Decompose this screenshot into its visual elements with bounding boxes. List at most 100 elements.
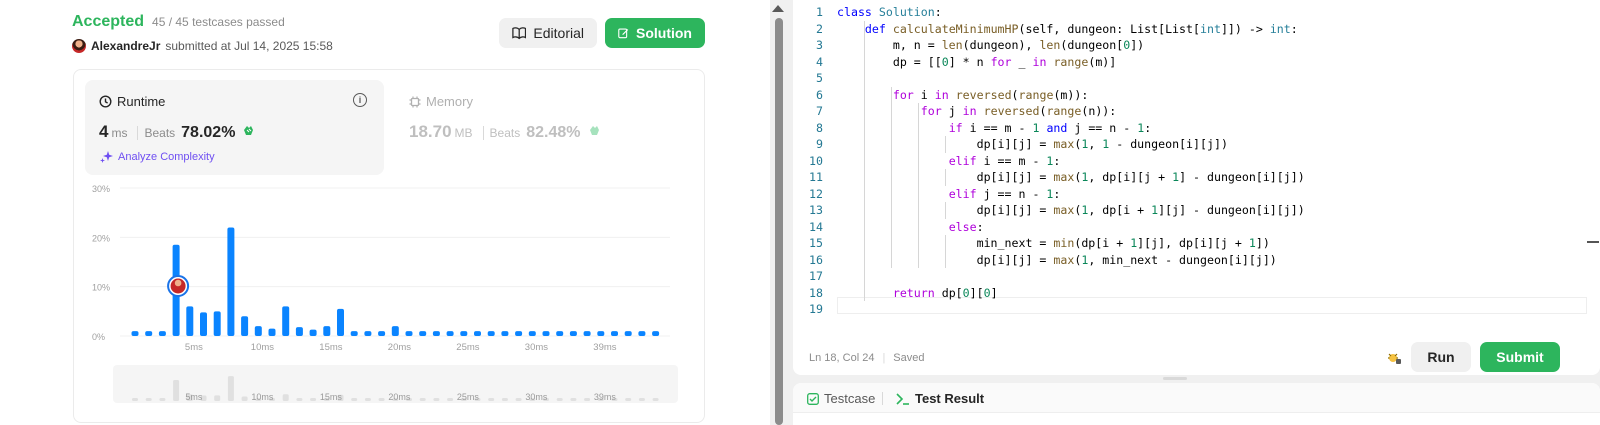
status-title: Accepted [72,13,145,30]
code-token: 1 [1248,236,1256,250]
code-token: j == n - [976,186,1047,201]
code-line[interactable]: else: [837,219,984,236]
code-editor[interactable]: 1 class Solution: 2 def calculateMinimumHP… [793,0,1600,375]
runtime-distribution-chart[interactable]: 30% 20% 10% 0% 5ms 10ms 15ms 20ms 25ms 30ms 39ms 5m… [80,183,690,413]
sparkle-icon [100,151,113,163]
editor-status: Ln 18, Col 24 | Saved [809,352,925,364]
debug-icon[interactable] [1387,350,1401,367]
code-token: elif [948,186,977,201]
code-token: : [1053,186,1061,201]
chart-bar [583,331,591,336]
code-token: ]) [1255,236,1270,250]
code-line[interactable]: for j in reversed(range(n)): [837,103,1117,120]
scroll-up-icon[interactable] [772,5,784,12]
horizontal-resize-handle[interactable] [1163,377,1187,380]
memory-label: Memory [426,94,473,109]
line-number: 16 [809,252,823,267]
tab-test-result[interactable]: Test Result [896,391,984,406]
author-name[interactable]: AlexandreJr [91,39,160,53]
code-line[interactable]: dp[i][j] = max(1, min_next - dungeon[i][… [837,252,1277,269]
code-line[interactable]: elif i == m - 1: [837,153,1061,170]
indent-guide [864,20,865,301]
overview-bar [433,398,440,401]
overview-bar [296,398,303,401]
memory-beats-label: Beats [482,126,520,140]
console-tabs: Testcase Test Result [793,383,1600,413]
code-line[interactable]: class Solution: [837,4,942,21]
line-number: 7 [816,104,823,118]
chart-bar [337,308,344,336]
code-token: - dungeon[i][j]) [1109,137,1228,151]
y-tick-label: 0% [92,332,105,342]
code-line[interactable]: dp[i][j] = max(1, dp[i + 1][j] - dungeon… [837,202,1305,219]
clap-icon [244,126,254,135]
overview-bar [419,398,426,401]
chart-bar [268,328,276,336]
tab-testcase[interactable]: Testcase [807,391,875,406]
code-token: in [1032,54,1047,69]
line-number: 1 [816,5,823,19]
runtime-beats-label: Beats [137,126,175,140]
overview-bar [227,376,234,401]
code-line[interactable]: return dp[0][0] [837,285,998,302]
code-token: int [1199,21,1221,36]
code-line[interactable]: if i == m - 1 and j == n - 1: [837,120,1151,137]
x-tick-label: 39ms [593,342,616,353]
code-token: 0 [983,285,991,300]
chart-bar [419,331,427,336]
code-line[interactable]: def calculateMinimumHP(self, dungeon: Li… [837,21,1298,38]
edit-icon [618,28,629,39]
code-line[interactable]: min_next = min(dp[i + 1][j], dp[i][j + 1… [837,235,1270,252]
code-line[interactable]: for i in reversed(range(m)): [837,87,1089,104]
submission-status: Accepted 45 / 45 testcases passed [72,13,285,31]
overview-bar [556,398,563,401]
code-token: ][j] - dungeon[i][j]) [1158,203,1305,217]
code-line[interactable]: dp = [[0] * n for _ in range(m)] [837,54,1116,71]
run-button[interactable]: Run [1411,342,1471,372]
submit-button[interactable]: Submit [1480,342,1560,372]
overview-bar [447,398,454,401]
chart-bar [200,312,207,336]
submission-time: submitted at Jul 14, 2025 15:58 [165,39,333,53]
memory-value: 18.70 [409,122,452,141]
vertical-scrollbar[interactable] [775,18,783,425]
analyze-label: Analyze Complexity [118,150,215,163]
chart-bar [323,326,331,336]
code-token: _ [1011,54,1033,69]
chart-bar [186,306,194,336]
overview-bar [351,398,358,401]
code-line[interactable]: m, n = len(dungeon), len(dungeon[0]) [837,37,1144,54]
chart-bar [501,331,509,336]
memory-title[interactable]: Memory [409,94,473,109]
line-number: 11 [809,170,823,184]
book-icon [512,27,527,40]
code-token: ( [1011,87,1019,102]
analyze-complexity-link[interactable]: Analyze Complexity [100,150,215,163]
code-token: if [948,120,963,135]
code-token: j [941,104,963,118]
x-tick-label: 5ms [185,342,203,353]
overview-tick-label: 5ms [185,392,203,402]
tab-test-result-label: Test Result [915,391,985,406]
code-token: else [948,219,977,234]
overview-tick-label: 25ms [457,392,480,402]
indent-guide [945,202,946,219]
indent-guide [891,86,892,268]
code-token: ] [990,285,998,300]
code-token: (m)): [1053,87,1089,102]
avatar[interactable] [72,39,86,53]
code-line[interactable]: elif j == n - 1: [837,186,1061,203]
overview-bar [310,398,317,401]
console-panel: Testcase Test Result [793,383,1600,425]
code-line[interactable]: dp[i][j] = max(1, dp[i][j + 1] - dungeon… [837,169,1305,186]
editorial-button[interactable]: Editorial [499,18,597,48]
line-number: 2 [816,21,823,36]
solution-button[interactable]: Solution [605,18,705,48]
info-icon[interactable]: i [353,93,367,107]
code-line[interactable]: dp[i][j] = max(1, 1 - dungeon[i][j]) [837,136,1228,153]
code-token: for [892,87,914,102]
code-token: : [1144,120,1152,135]
